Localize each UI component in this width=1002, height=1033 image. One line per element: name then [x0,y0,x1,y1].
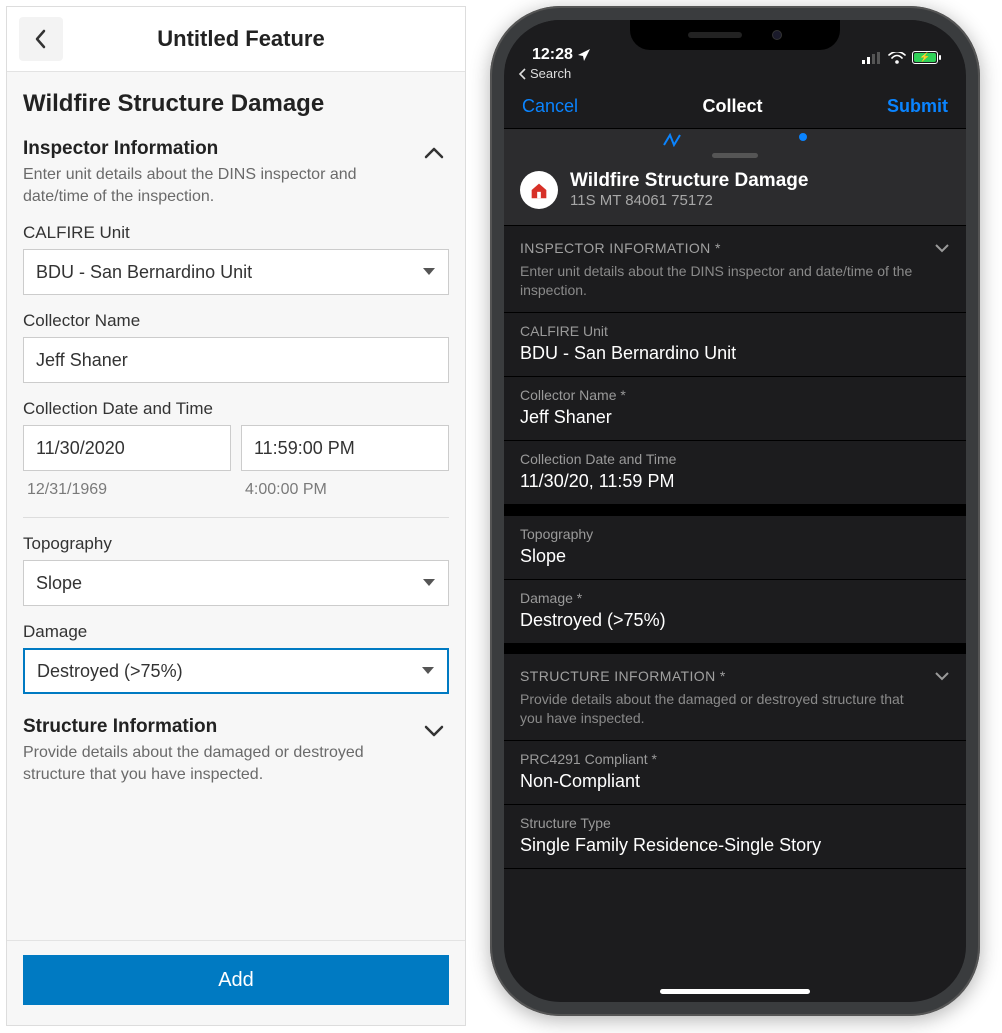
drag-handle[interactable] [712,153,758,158]
dark-prc-label: PRC4291 Compliant * [520,751,950,767]
iphone-screen: 12:28 ⚡ Search Cancel Collect Submit [504,20,966,1002]
left-footer: Add [7,940,465,1025]
battery-icon: ⚡ [912,51,938,64]
cellular-signal-icon [862,52,882,64]
collection-date-meta: 12/31/1969 [23,481,231,499]
dark-structure-type-value: Single Family Residence-Single Story [520,835,950,856]
map-route-icon [662,133,682,147]
caret-down-icon [422,267,436,277]
dark-damage-field[interactable]: Damage * Destroyed (>75%) [504,580,966,644]
feature-peek: Wildfire Structure Damage 11S MT 84061 7… [504,129,966,225]
nav-bar: Cancel Collect Submit [504,85,966,129]
calfire-unit-value: BDU - San Bernardino Unit [36,262,252,283]
damage-label: Damage [23,622,449,642]
dark-structure-title: STRUCTURE INFORMATION * [520,668,924,684]
dark-calfire-unit-value: BDU - San Bernardino Unit [520,343,950,364]
dark-structure-section-header[interactable]: STRUCTURE INFORMATION * Provide details … [504,644,966,740]
nav-title: Collect [703,96,763,117]
caret-down-icon [421,666,435,676]
dark-calfire-unit-field[interactable]: CALFIRE Unit BDU - San Bernardino Unit [504,312,966,377]
calfire-unit-select[interactable]: BDU - San Bernardino Unit [23,249,449,295]
cancel-button[interactable]: Cancel [522,96,578,117]
status-time: 12:28 [532,46,573,64]
back-button[interactable] [19,17,63,61]
left-header: Untitled Feature [7,7,465,71]
wifi-icon [888,52,906,64]
collector-name-value: Jeff Shaner [36,350,128,371]
inspector-section-header[interactable]: Inspector Information Enter unit details… [23,138,449,207]
iphone-frame: 12:28 ⚡ Search Cancel Collect Submit [490,6,980,1016]
chevron-left-icon [33,29,49,49]
collector-name-input[interactable]: Jeff Shaner [23,337,449,383]
damage-select[interactable]: Destroyed (>75%) [23,648,449,694]
structure-section-desc: Provide details about the damaged or des… [23,742,407,785]
home-indicator[interactable] [660,989,810,994]
chevron-down-icon [419,716,449,746]
dark-calfire-unit-label: CALFIRE Unit [520,323,950,339]
dark-structure-type-label: Structure Type [520,815,950,831]
chevron-down-icon [934,242,950,254]
collector-name-label: Collector Name [23,311,449,331]
add-button[interactable]: Add [23,955,449,1005]
structure-section-title: Structure Information [23,716,407,738]
feature-symbol-icon [520,171,558,209]
chevron-up-icon [419,138,449,168]
caret-down-icon [422,578,436,588]
dark-topography-value: Slope [520,546,950,567]
form-title: Wildfire Structure Damage [23,90,449,118]
map-pin-icon [798,133,808,147]
chevron-left-icon [518,68,528,80]
form-scroll[interactable]: INSPECTOR INFORMATION * Enter unit detai… [504,225,966,1002]
divider [23,517,449,518]
notch [630,20,840,50]
structure-section-header[interactable]: Structure Information Provide details ab… [23,716,449,785]
feature-title: Wildfire Structure Damage [570,170,808,192]
damage-value: Destroyed (>75%) [37,661,183,682]
dark-prc-value: Non-Compliant [520,771,950,792]
calfire-unit-label: CALFIRE Unit [23,223,449,243]
dark-damage-value: Destroyed (>75%) [520,610,950,631]
feature-subtitle: 11S MT 84061 75172 [570,192,808,209]
collection-date-input[interactable]: 11/30/2020 [23,425,231,471]
back-to-search[interactable]: Search [504,66,966,85]
dark-collector-name-field[interactable]: Collector Name * Jeff Shaner [504,377,966,441]
topography-value: Slope [36,573,82,594]
dark-topography-label: Topography [520,526,950,542]
chevron-down-icon [934,670,950,682]
dark-damage-label: Damage * [520,590,950,606]
location-arrow-icon [577,48,591,62]
collection-dt-meta: 12/31/1969 4:00:00 PM [23,481,449,499]
collection-date-value: 11/30/2020 [36,438,125,459]
dark-collector-name-label: Collector Name * [520,387,950,403]
dark-prc-field[interactable]: PRC4291 Compliant * Non-Compliant [504,740,966,805]
left-body: Wildfire Structure Damage Inspector Info… [7,71,465,940]
dark-inspector-title: INSPECTOR INFORMATION * [520,240,924,256]
collection-dt-label: Collection Date and Time [23,399,449,419]
dark-collection-dt-value: 11/30/20, 11:59 PM [520,471,950,492]
collection-time-input[interactable]: 11:59:00 PM [241,425,449,471]
dark-collection-dt-field[interactable]: Collection Date and Time 11/30/20, 11:59… [504,441,966,505]
inspector-section-title: Inspector Information [23,138,407,160]
right-phone-panel: 12:28 ⚡ Search Cancel Collect Submit [486,6,984,1026]
topography-label: Topography [23,534,449,554]
dark-structure-desc: Provide details about the damaged or des… [520,690,924,728]
inspector-section-desc: Enter unit details about the DINS inspec… [23,164,407,207]
dark-collection-dt-label: Collection Date and Time [520,451,950,467]
dark-topography-field[interactable]: Topography Slope [504,515,966,580]
header-title: Untitled Feature [73,26,409,52]
dark-inspector-section-header[interactable]: INSPECTOR INFORMATION * Enter unit detai… [504,225,966,312]
collection-time-meta: 4:00:00 PM [241,481,449,499]
back-search-label: Search [530,66,571,81]
topography-select[interactable]: Slope [23,560,449,606]
collection-time-value: 11:59:00 PM [254,438,355,459]
dark-collector-name-value: Jeff Shaner [520,407,950,428]
dark-inspector-desc: Enter unit details about the DINS inspec… [520,262,924,300]
dark-structure-type-field[interactable]: Structure Type Single Family Residence-S… [504,805,966,869]
left-form-panel: Untitled Feature Wildfire Structure Dama… [6,6,466,1026]
submit-button[interactable]: Submit [887,96,948,117]
